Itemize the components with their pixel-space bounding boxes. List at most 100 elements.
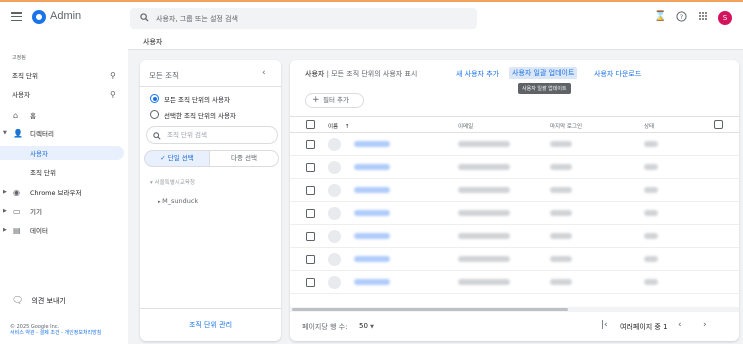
user-email-cell	[458, 210, 510, 216]
next-page-icon[interactable]: ›	[703, 320, 707, 330]
add-filter-button[interactable]: + 필터 추가	[305, 93, 364, 108]
single-select-button[interactable]: ✓ 단일 선택	[144, 150, 210, 167]
svg-text:?: ?	[679, 13, 682, 21]
status-cell	[644, 210, 658, 216]
download-users-button[interactable]: 사용자 다운로드	[594, 69, 641, 79]
admin-logo-icon[interactable]	[32, 10, 46, 24]
feedback-label: 의견 보내기	[31, 297, 66, 305]
table-header: 이름 ↑ 이메일 마지막 로그인 상태	[290, 116, 739, 133]
chevron-down-icon[interactable]: ▼	[3, 130, 7, 136]
row-checkbox[interactable]	[306, 232, 315, 241]
first-page-icon[interactable]: |‹	[601, 320, 608, 330]
user-name-cell[interactable]	[354, 233, 390, 239]
menu-icon[interactable]	[11, 12, 22, 21]
collapse-panel-icon[interactable]: ‹	[262, 68, 266, 78]
app-header: Admin 사용자, 그룹 또는 설정 검색 ⌛ ? S	[0, 2, 743, 33]
table-row[interactable]	[290, 249, 739, 271]
row-checkbox[interactable]	[306, 163, 315, 172]
pinned-item-org-units[interactable]: 조직 단위 ⚲	[0, 68, 124, 82]
rows-per-page-select[interactable]: 50 ▼	[359, 322, 374, 330]
sort-arrow-up-icon: ↑	[344, 124, 350, 130]
manage-columns-icon[interactable]	[714, 120, 723, 129]
unpin-icon[interactable]: ⚲	[110, 90, 116, 99]
sidebar-item-data[interactable]: ▶ ▤ 데이터	[0, 223, 124, 237]
home-icon: ⌂	[13, 110, 19, 120]
person-icon: 👤	[13, 128, 23, 138]
row-checkbox[interactable]	[306, 255, 315, 264]
table-row[interactable]	[290, 272, 739, 294]
radio-selected-label: 선택한 조직 단위의 사용자	[164, 112, 236, 120]
table-row[interactable]	[290, 134, 739, 156]
manage-org-units-link[interactable]: 조직 단위 관리	[140, 320, 281, 330]
row-checkbox[interactable]	[306, 209, 315, 218]
unpin-icon[interactable]: ⚲	[110, 71, 116, 80]
search-placeholder: 사용자, 그룹 또는 설정 검색	[156, 14, 238, 23]
status-cell	[644, 164, 658, 170]
column-header-name[interactable]: 이름 ↑	[328, 122, 349, 130]
chevron-right-icon[interactable]: ▶	[3, 189, 7, 195]
table-row[interactable]	[290, 203, 739, 225]
row-checkbox[interactable]	[306, 186, 315, 195]
column-header-email[interactable]: 이메일	[458, 122, 473, 130]
user-name-cell[interactable]	[354, 164, 390, 170]
chevron-right-icon[interactable]: ▶	[3, 208, 7, 214]
sidebar-item-users[interactable]: 사용자	[0, 146, 124, 160]
last-login-cell	[550, 279, 572, 285]
pinned-item-users[interactable]: 사용자 ⚲	[0, 87, 124, 101]
table-row[interactable]	[290, 180, 739, 202]
plus-icon: +	[312, 95, 320, 105]
row-checkbox[interactable]	[306, 278, 315, 287]
search-input[interactable]: 사용자, 그룹 또는 설정 검색	[130, 8, 477, 29]
sidebar-item-label: Chrome 브라우저	[30, 189, 82, 197]
send-feedback-button[interactable]: 🗨 의견 보내기	[12, 296, 66, 306]
sidebar-item-chrome[interactable]: ▶ ◉ Chrome 브라우저	[0, 185, 124, 199]
chevron-right-icon[interactable]: ▶	[3, 227, 7, 233]
column-header-last-login[interactable]: 마지막 로그인	[550, 122, 582, 130]
sidebar-item-directory[interactable]: ▼ 👤 디렉터리	[0, 126, 124, 140]
user-name-cell[interactable]	[354, 256, 390, 262]
status-cell	[644, 187, 658, 193]
sidebar-item-home[interactable]: ⌂ 홈	[0, 108, 124, 122]
footer-links[interactable]: 서비스 약관 - 결제 조건 - 개인정보처리방침	[10, 330, 101, 336]
user-name-cell[interactable]	[354, 210, 390, 216]
help-icon[interactable]: ?	[675, 11, 687, 23]
column-header-status[interactable]: 상태	[644, 122, 654, 130]
app-title[interactable]: Admin	[50, 10, 81, 22]
row-checkbox[interactable]	[306, 140, 315, 149]
user-email-cell	[458, 279, 510, 285]
rows-per-page-label: 페이지당 행 수:	[302, 323, 348, 331]
status-cell	[644, 233, 658, 239]
user-email-cell	[458, 141, 510, 147]
table-row[interactable]	[290, 157, 739, 179]
org-tree-root[interactable]: ▾ 서울특별시교육청	[150, 178, 195, 186]
sidebar-item-org-units[interactable]: 조직 단위	[0, 165, 124, 179]
user-name-cell[interactable]	[354, 279, 390, 285]
radio-selected-org-units[interactable]	[150, 110, 159, 119]
last-login-cell	[550, 141, 572, 147]
previous-page-icon[interactable]: ‹	[678, 320, 682, 330]
avatar[interactable]: S	[718, 11, 732, 25]
sidebar-item-label: 사용자	[30, 150, 48, 158]
table-row[interactable]	[290, 226, 739, 248]
bulk-update-users-button[interactable]: 사용자 일괄 업데이트	[509, 67, 578, 79]
radio-all-org-units[interactable]	[150, 94, 159, 103]
hourglass-icon[interactable]: ⌛	[654, 11, 666, 23]
user-name-cell[interactable]	[354, 141, 390, 147]
avatar	[328, 230, 341, 243]
avatar	[328, 161, 341, 174]
select-all-checkbox[interactable]	[306, 120, 315, 129]
add-user-button[interactable]: 새 사용자 추가	[456, 69, 499, 79]
apps-grid-icon[interactable]	[697, 11, 709, 23]
sidebar-item-devices[interactable]: ▶ ▭ 기기	[0, 204, 124, 218]
sidebar-item-label: 조직 단위	[30, 169, 56, 177]
multi-select-button[interactable]: 다중 선택	[209, 150, 279, 167]
org-search-input[interactable]: 조직 단위 검색	[146, 126, 278, 144]
scrollbar-thumb[interactable]	[292, 308, 568, 311]
user-name-cell[interactable]	[354, 187, 390, 193]
org-tree-item[interactable]: ▸ M_sunduck	[158, 197, 198, 205]
org-unit-panel: 모든 조직 ‹ 모든 조직 단위의 사용자 선택한 조직 단위의 사용자 조직 …	[140, 60, 281, 341]
user-email-cell	[458, 187, 510, 193]
devices-icon: ▭	[13, 206, 21, 216]
sidebar-item-label: 디렉터리	[30, 130, 54, 138]
pagination: 페이지당 행 수: 50 ▼ |‹ 여러페이지 중 1 ‹ ›	[290, 312, 739, 341]
